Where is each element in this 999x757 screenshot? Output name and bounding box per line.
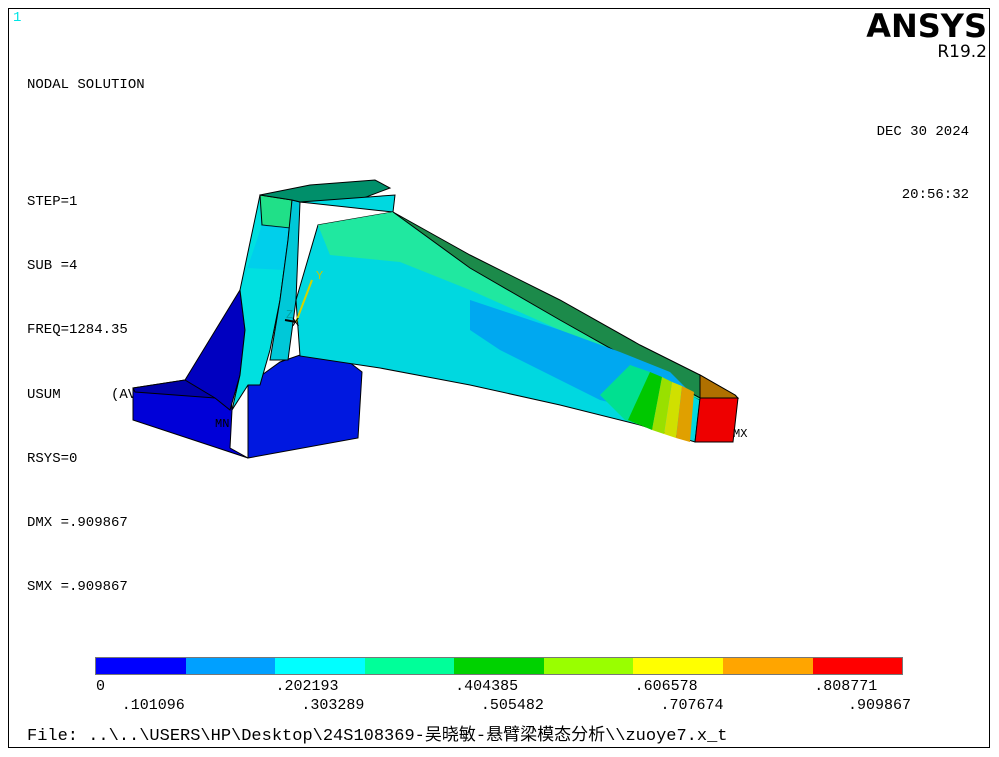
support-block [247, 354, 363, 459]
axis-y-label: Y [316, 269, 323, 283]
beam-tip-end [694, 397, 739, 443]
column-top-green [259, 194, 293, 229]
legend-swatch [275, 658, 365, 674]
file-path-label: File: ..\..\USERS\HP\Desktop\24S108369-吴… [27, 727, 728, 746]
legend-swatch [185, 658, 276, 674]
legend-swatch [543, 658, 634, 674]
contour-legend-bar [95, 657, 903, 675]
legend-swatch [812, 658, 903, 674]
legend-swatch [454, 658, 544, 674]
legend-tick-label: 0 [96, 678, 106, 695]
legend-tick-label: .808771 [814, 678, 878, 695]
legend-swatch [633, 658, 723, 674]
min-marker: MN [215, 417, 229, 431]
beam-tip-top [699, 374, 740, 399]
legend-tick-label: .101096 [121, 697, 185, 714]
legend-tick-label: .202193 [275, 678, 339, 695]
legend-tick-label: .606578 [634, 678, 698, 695]
max-marker: MX [733, 427, 747, 441]
legend-tick-label: .505482 [480, 697, 544, 714]
legend-swatch [722, 658, 813, 674]
legend-tick-label: .303289 [301, 697, 365, 714]
axis-x-label: X [292, 316, 299, 330]
legend-tick-label: .909867 [848, 697, 912, 714]
legend-tick-label: .404385 [455, 678, 519, 695]
legend-swatch [364, 658, 455, 674]
deformed-model-plot: Y Z X MN MX [132, 179, 747, 459]
legend-tick-label: .707674 [660, 697, 724, 714]
legend-swatch [96, 658, 186, 674]
